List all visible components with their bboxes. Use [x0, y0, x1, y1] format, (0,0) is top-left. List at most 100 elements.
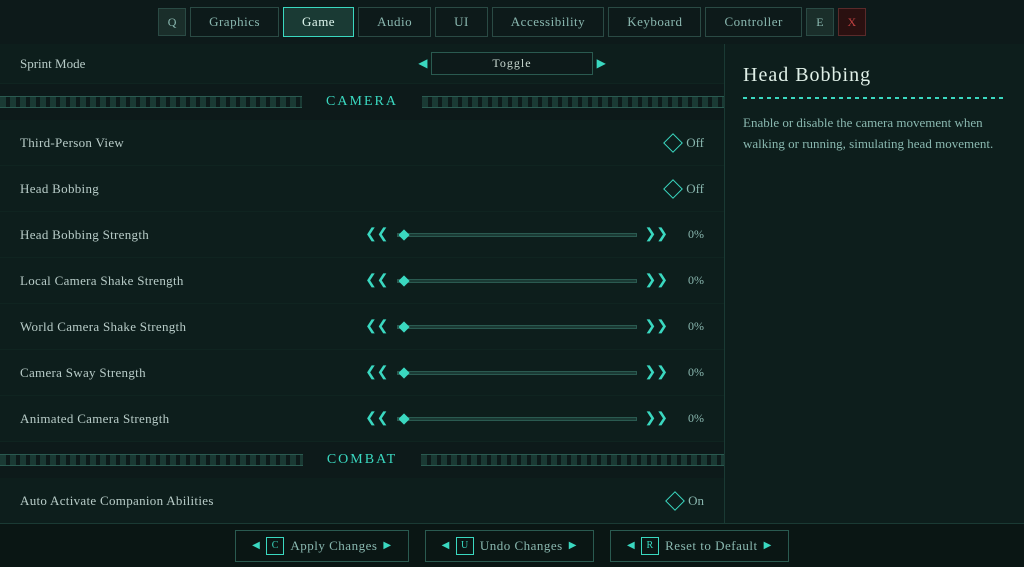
toggle-value-auto-activate: On — [688, 493, 704, 509]
setting-row-head-bobbing: Head Bobbing Off — [0, 166, 724, 212]
setting-row-animated-camera: Animated Camera Strength ❮❮ ❯❯ 0% — [0, 396, 724, 442]
slider-right-arrow-head-bobbing-strength[interactable]: ❯❯ — [645, 226, 668, 243]
section-label-camera: Camera — [302, 92, 422, 112]
slider-track-animated-camera[interactable] — [397, 417, 637, 421]
setting-row-local-camera-shake: Local Camera Shake Strength ❮❮ ❯❯ 0% — [0, 258, 724, 304]
divider-line-left-camera — [0, 96, 302, 108]
slider-left-arrow-head-bobbing-strength[interactable]: ❮❮ — [365, 226, 388, 243]
info-title: Head Bobbing — [743, 64, 1006, 87]
sprint-mode-control: ◀ Toggle ▶ — [320, 52, 704, 75]
toggle-auto-activate[interactable]: On — [668, 493, 704, 509]
slider-local-camera-shake: ❮❮ ❯❯ 0% — [365, 272, 704, 289]
undo-label: Undo Changes — [480, 538, 563, 554]
nav-tab-keyboard[interactable]: Keyboard — [608, 7, 701, 37]
nav-tab-graphics[interactable]: Graphics — [190, 7, 279, 37]
apply-left-bracket: ◀ — [252, 540, 260, 551]
nav-corner-q[interactable]: Q — [158, 8, 186, 36]
slider-thumb-animated-camera — [398, 413, 409, 424]
left-panel: Sprint Mode ◀ Toggle ▶ Camera Third-Pers… — [0, 44, 724, 523]
nav-tab-controller[interactable]: Controller — [705, 7, 801, 37]
label-local-camera-shake: Local Camera Shake Strength — [20, 273, 320, 289]
toggle-head-bobbing[interactable]: Off — [666, 181, 704, 197]
section-divider-combat: Combat — [0, 442, 724, 478]
nav-tab-audio[interactable]: Audio — [358, 7, 431, 37]
diamond-icon-head-bobbing — [663, 179, 683, 199]
control-third-person-view: Off — [320, 135, 704, 151]
control-head-bobbing-strength: ❮❮ ❯❯ 0% — [320, 226, 704, 243]
sprint-next-arrow[interactable]: ▶ — [597, 56, 606, 71]
slider-right-arrow-animated-camera[interactable]: ❯❯ — [645, 410, 668, 427]
setting-row-camera-sway: Camera Sway Strength ❮❮ ❯❯ 0% — [0, 350, 724, 396]
main-layout: Sprint Mode ◀ Toggle ▶ Camera Third-Pers… — [0, 44, 1024, 523]
slider-track-camera-sway[interactable] — [397, 371, 637, 375]
nav-tabs: GraphicsGameAudioUIAccessibilityKeyboard… — [190, 7, 802, 37]
apply-key: C — [266, 537, 284, 555]
slider-thumb-local-camera-shake — [398, 275, 409, 286]
slider-left-arrow-animated-camera[interactable]: ❮❮ — [365, 410, 388, 427]
divider-line-left-combat — [0, 454, 303, 466]
sprint-prev-arrow[interactable]: ◀ — [418, 56, 427, 71]
divider-line-right-camera — [422, 96, 724, 108]
section-divider-camera: Camera — [0, 84, 724, 120]
label-world-camera-shake: World Camera Shake Strength — [20, 319, 320, 335]
slider-left-arrow-local-camera-shake[interactable]: ❮❮ — [365, 272, 388, 289]
setting-row-head-bobbing-strength: Head Bobbing Strength ❮❮ ❯❯ 0% — [0, 212, 724, 258]
label-auto-activate: Auto Activate Companion Abilities — [20, 493, 320, 509]
slider-right-arrow-world-camera-shake[interactable]: ❯❯ — [645, 318, 668, 335]
slider-thumb-world-camera-shake — [398, 321, 409, 332]
undo-right-bracket: ▶ — [569, 540, 577, 551]
nav-tab-game[interactable]: Game — [283, 7, 354, 37]
info-text: Enable or disable the camera movement wh… — [743, 113, 1006, 155]
slider-track-head-bobbing-strength[interactable] — [397, 233, 637, 237]
slider-head-bobbing-strength: ❮❮ ❯❯ 0% — [365, 226, 704, 243]
control-camera-sway: ❮❮ ❯❯ 0% — [320, 364, 704, 381]
sprint-mode-row: Sprint Mode ◀ Toggle ▶ — [0, 44, 724, 84]
slider-value-camera-sway: 0% — [676, 365, 704, 380]
control-animated-camera: ❮❮ ❯❯ 0% — [320, 410, 704, 427]
nav-tab-ui[interactable]: UI — [435, 7, 488, 37]
label-third-person-view: Third-Person View — [20, 135, 320, 151]
slider-camera-sway: ❮❮ ❯❯ 0% — [365, 364, 704, 381]
slider-value-world-camera-shake: 0% — [676, 319, 704, 334]
slider-left-arrow-camera-sway[interactable]: ❮❮ — [365, 364, 388, 381]
sprint-mode-label: Sprint Mode — [20, 56, 320, 72]
sections-container: Camera Third-Person View Off Head Bobbin… — [0, 84, 724, 523]
toggle-value-head-bobbing: Off — [686, 181, 704, 197]
slider-world-camera-shake: ❮❮ ❯❯ 0% — [365, 318, 704, 335]
apply-changes-button[interactable]: ◀ C Apply Changes ▶ — [235, 530, 408, 562]
toggle-third-person-view[interactable]: Off — [666, 135, 704, 151]
nav-tab-accessibility[interactable]: Accessibility — [492, 7, 604, 37]
divider-line-right-combat — [421, 454, 724, 466]
nav-corner-x[interactable]: X — [838, 8, 866, 36]
label-animated-camera: Animated Camera Strength — [20, 411, 320, 427]
label-camera-sway: Camera Sway Strength — [20, 365, 320, 381]
reset-left-bracket: ◀ — [627, 540, 635, 551]
control-local-camera-shake: ❮❮ ❯❯ 0% — [320, 272, 704, 289]
info-divider — [743, 97, 1006, 99]
section-label-combat: Combat — [303, 450, 421, 470]
apply-label: Apply Changes — [290, 538, 377, 554]
reset-right-bracket: ▶ — [764, 540, 772, 551]
label-head-bobbing-strength: Head Bobbing Strength — [20, 227, 320, 243]
control-head-bobbing: Off — [320, 181, 704, 197]
slider-left-arrow-world-camera-shake[interactable]: ❮❮ — [365, 318, 388, 335]
slider-animated-camera: ❮❮ ❯❯ 0% — [365, 410, 704, 427]
slider-thumb-camera-sway — [398, 367, 409, 378]
undo-changes-button[interactable]: ◀ U Undo Changes ▶ — [425, 530, 594, 562]
toggle-value-third-person-view: Off — [686, 135, 704, 151]
apply-right-bracket: ▶ — [383, 540, 391, 551]
slider-thumb-head-bobbing-strength — [398, 229, 409, 240]
slider-track-world-camera-shake[interactable] — [397, 325, 637, 329]
control-auto-activate: On — [320, 493, 704, 509]
nav-corner-e[interactable]: E — [806, 8, 834, 36]
right-panel: Head Bobbing Enable or disable the camer… — [724, 44, 1024, 523]
slider-right-arrow-local-camera-shake[interactable]: ❯❯ — [645, 272, 668, 289]
slider-value-animated-camera: 0% — [676, 411, 704, 426]
setting-row-world-camera-shake: World Camera Shake Strength ❮❮ ❯❯ 0% — [0, 304, 724, 350]
slider-right-arrow-camera-sway[interactable]: ❯❯ — [645, 364, 668, 381]
slider-track-local-camera-shake[interactable] — [397, 279, 637, 283]
reset-default-button[interactable]: ◀ R Reset to Default ▶ — [610, 530, 789, 562]
sprint-mode-value: Toggle — [431, 52, 592, 75]
setting-row-auto-activate: Auto Activate Companion Abilities On — [0, 478, 724, 523]
slider-value-head-bobbing-strength: 0% — [676, 227, 704, 242]
